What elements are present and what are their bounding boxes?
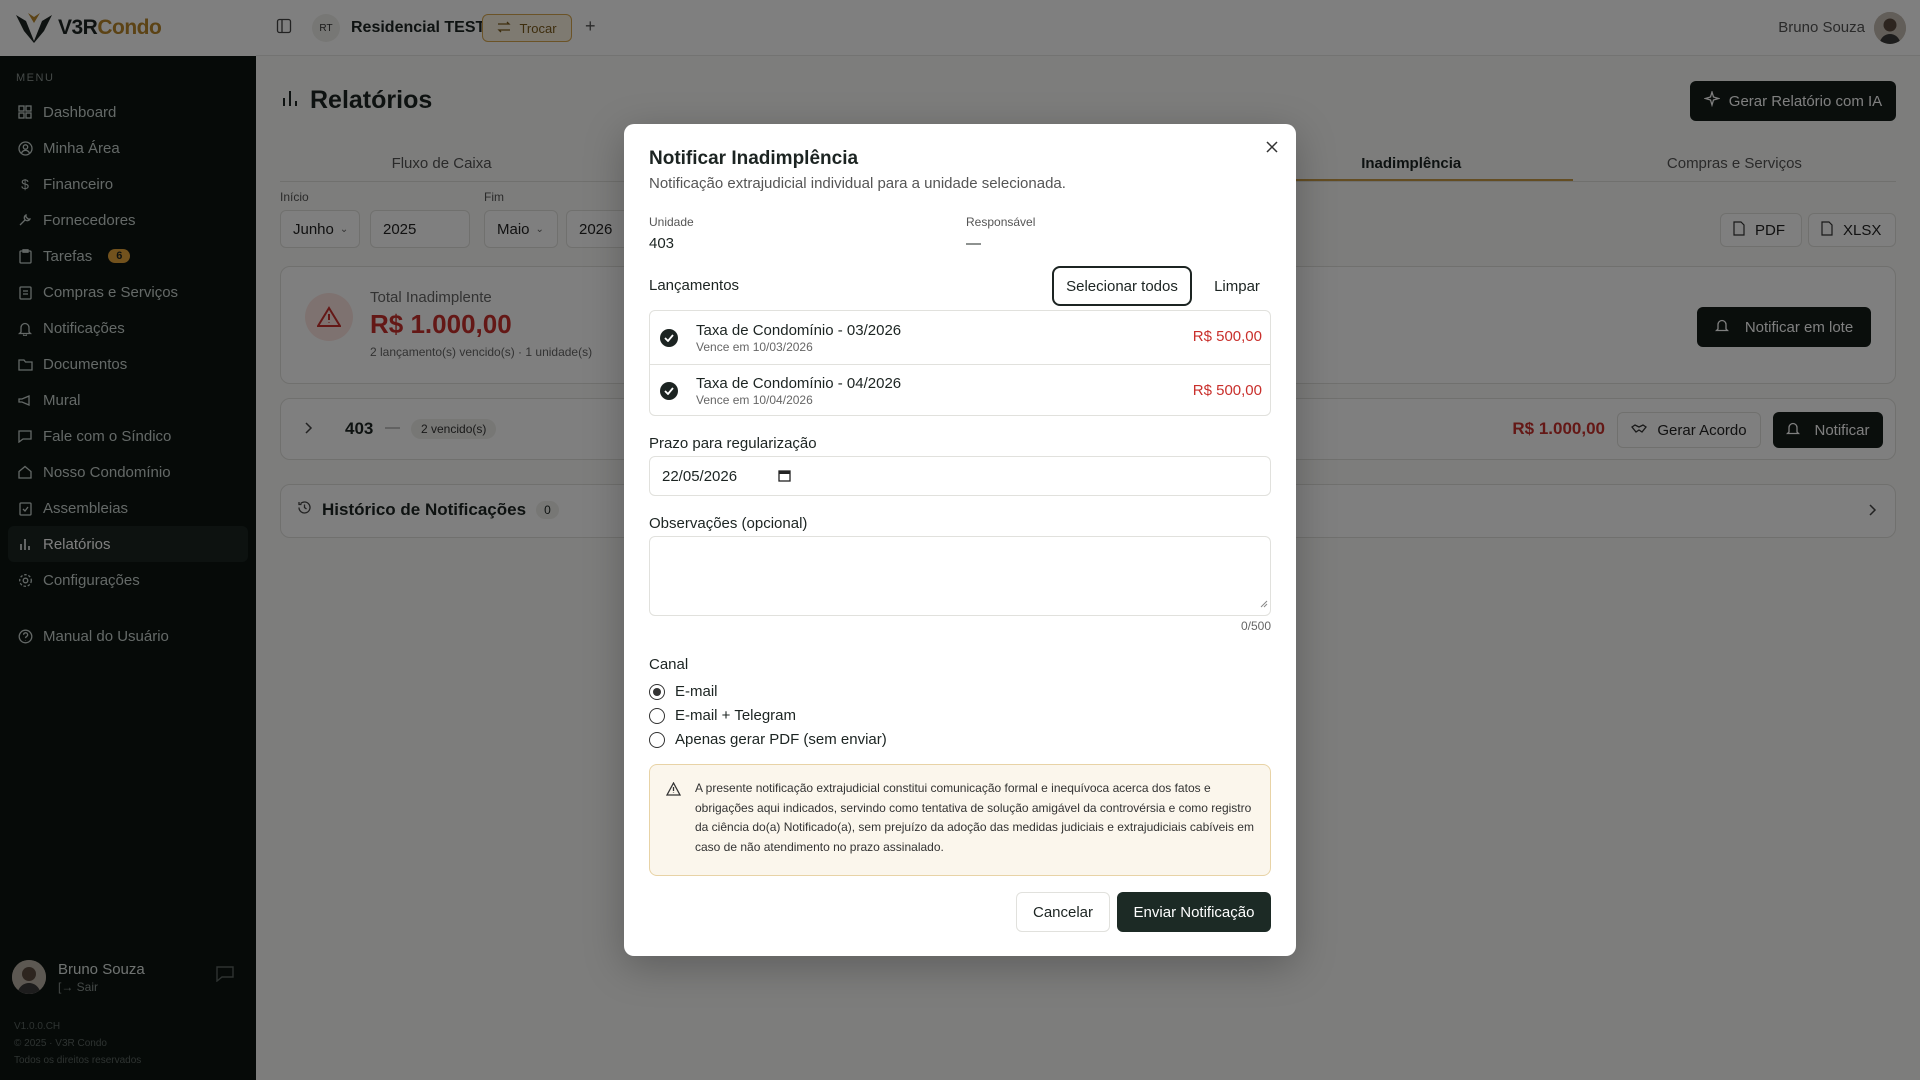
notes-textarea[interactable] <box>649 536 1271 616</box>
responsible-value: — <box>966 235 981 252</box>
deadline-label: Prazo para regularização <box>649 435 817 452</box>
channel-option-label: E-mail <box>675 683 718 700</box>
list-item[interactable]: Taxa de Condomínio - 04/2026 Vence em 10… <box>650 364 1270 417</box>
radio-unselected[interactable] <box>649 707 665 724</box>
check-icon[interactable] <box>660 328 678 347</box>
entry-name: Taxa de Condomínio - 03/2026 <box>696 321 902 339</box>
entry-info: Taxa de Condomínio - 03/2026 Vence em 10… <box>696 322 901 354</box>
close-icon[interactable] <box>1266 140 1278 158</box>
notes-char-count: 0/500 <box>1240 619 1271 633</box>
unit-label: Unidade <box>649 215 694 229</box>
entry-amount: R$ 500,00 <box>1192 382 1262 399</box>
unit-value: 403 <box>649 235 675 252</box>
entry-due: Vence em 10/03/2026 <box>696 339 813 354</box>
channel-label: Canal <box>649 656 689 673</box>
app-root: MENU Dashboard Minha Área $ Financeiro F… <box>0 0 1920 1080</box>
entry-due: Vence em 10/04/2026 <box>696 393 813 407</box>
entry-amount: R$ 500,00 <box>1192 328 1262 345</box>
channel-option-email[interactable]: E-mail <box>649 683 718 700</box>
send-notification-button[interactable]: Enviar Notificação <box>1117 892 1271 932</box>
radio-unselected[interactable] <box>649 731 665 748</box>
deadline-date-value: 22/05/2026 <box>662 467 738 485</box>
calendar-icon[interactable] <box>778 469 791 486</box>
entries-list: Taxa de Condomínio - 03/2026 Vence em 10… <box>649 310 1271 416</box>
notify-delinquency-modal: Notificar Inadimplência Notificação extr… <box>624 124 1296 956</box>
clear-button[interactable]: Limpar <box>1204 266 1270 306</box>
alert-triangle-icon <box>665 781 682 801</box>
channel-option-label: E-mail + Telegram <box>675 707 797 724</box>
legal-notice: A presente notificação extrajudicial con… <box>649 764 1271 876</box>
notes-label: Observações (opcional) <box>649 515 808 532</box>
cancel-button[interactable]: Cancelar <box>1016 892 1110 932</box>
select-all-button[interactable]: Selecionar todos <box>1052 266 1192 306</box>
channel-option-email-telegram[interactable]: E-mail + Telegram <box>649 707 796 724</box>
channel-option-pdf-only[interactable]: Apenas gerar PDF (sem enviar) <box>649 731 887 748</box>
channel-option-label: Apenas gerar PDF (sem enviar) <box>675 731 887 748</box>
entries-title: Lançamentos <box>649 277 740 294</box>
resize-handle-icon[interactable] <box>1260 595 1268 613</box>
entry-name: Taxa de Condomínio - 04/2026 <box>696 375 902 392</box>
deadline-date-input[interactable]: 22/05/2026 <box>649 456 1271 496</box>
radio-selected[interactable] <box>649 683 665 700</box>
legal-notice-text: A presente notificação extrajudicial con… <box>695 781 1254 854</box>
entry-info: Taxa de Condomínio - 04/2026 Vence em 10… <box>696 375 901 407</box>
check-icon[interactable] <box>660 382 678 400</box>
responsible-label: Responsável <box>966 215 1036 229</box>
list-item[interactable]: Taxa de Condomínio - 03/2026 Vence em 10… <box>650 311 1270 364</box>
modal-subtitle: Notificação extrajudicial individual par… <box>649 175 1066 192</box>
modal-title: Notificar Inadimplência <box>649 148 859 169</box>
